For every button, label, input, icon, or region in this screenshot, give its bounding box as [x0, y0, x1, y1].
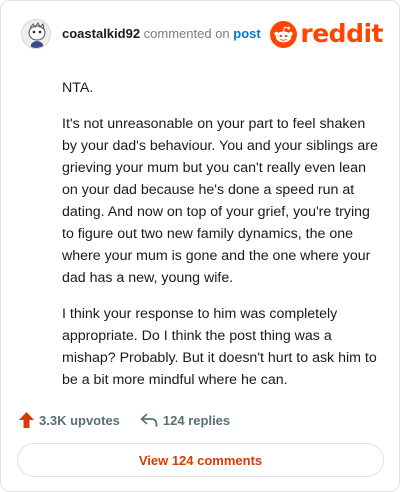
meta-verb: commented on	[143, 26, 230, 41]
reddit-wordmark: reddit	[300, 19, 383, 48]
comment-header: coastalkid92 commented on post reddit	[17, 17, 383, 51]
upvote-count: 3.3K upvotes	[39, 412, 120, 428]
upvote-button[interactable]: 3.3K upvotes	[19, 412, 120, 428]
comment-card: coastalkid92 commented on post reddit NT…	[0, 0, 400, 492]
replies-button[interactable]: 124 replies	[140, 413, 230, 428]
reply-count: 124 replies	[162, 412, 231, 428]
post-link[interactable]: post	[233, 26, 260, 41]
comment-actions: 3.3K upvotes 124 replies	[19, 410, 230, 430]
username-link[interactable]: coastalkid92	[62, 26, 140, 41]
comment-paragraph: NTA.	[62, 80, 94, 96]
comment-paragraph: It's not unreasonable on your part to fe…	[62, 116, 378, 286]
reddit-snoo-icon	[270, 20, 298, 48]
reddit-logo[interactable]: reddit	[270, 19, 383, 49]
avatar[interactable]	[21, 19, 51, 49]
upvote-arrow-icon	[19, 412, 34, 428]
reply-arrow-icon	[140, 413, 158, 427]
avatar-icon	[22, 20, 50, 48]
comment-body: NTA. It's not unreasonable on your part …	[62, 77, 382, 405]
comment-paragraph: I think your response to him was complet…	[62, 306, 377, 388]
view-comments-button[interactable]: View 124 comments	[17, 443, 384, 477]
comment-meta: coastalkid92 commented on post	[62, 26, 261, 41]
